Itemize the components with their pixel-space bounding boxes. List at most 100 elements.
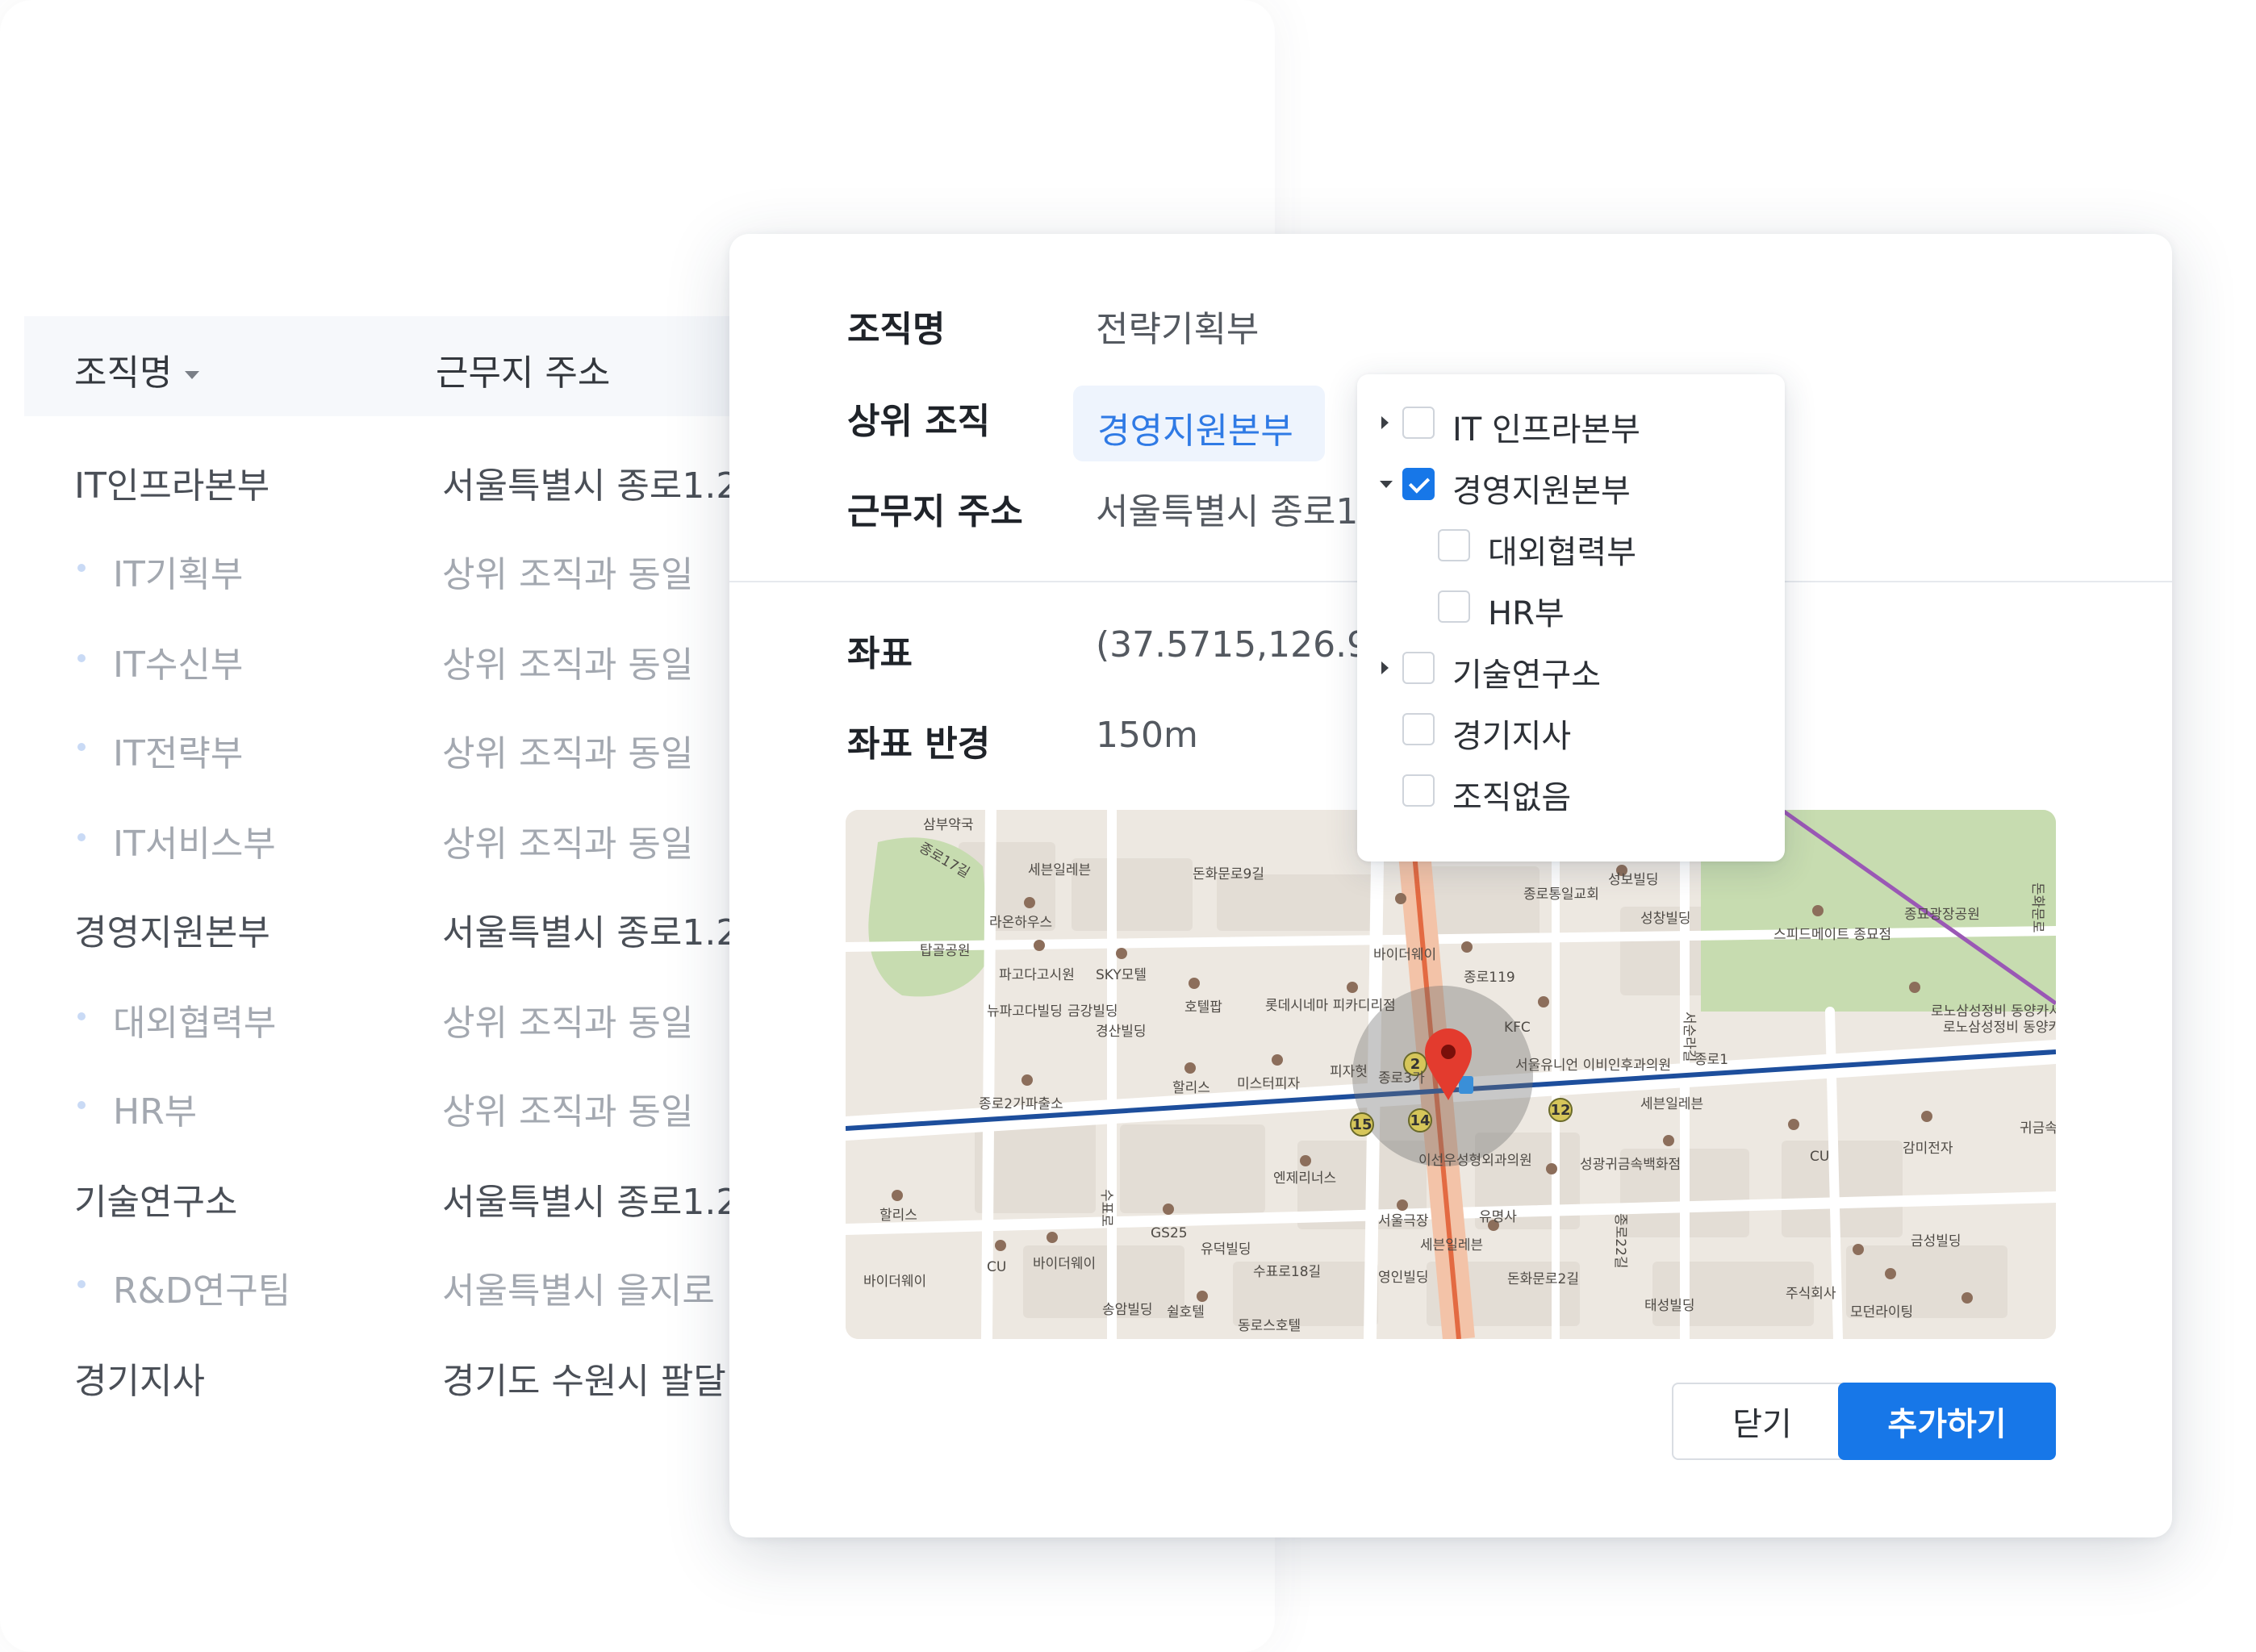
dropdown-option-it-infra[interactable]: IT 인프라본부 <box>1357 392 1785 453</box>
table-row[interactable]: R&D연구팀 서울특별시 을지로 <box>0 1244 807 1325</box>
svg-text:금강빌딩: 금강빌딩 <box>1067 1003 1118 1020</box>
svg-text:피자헛: 피자헛 <box>1330 1064 1368 1080</box>
row-address: 상위 조직과 동일 <box>442 824 694 865</box>
expand-arrow-icon[interactable] <box>1381 416 1389 429</box>
svg-text:영인빌딩: 영인빌딩 <box>1378 1270 1429 1286</box>
option-checkbox[interactable] <box>1402 713 1435 745</box>
option-label: 경영지원본부 <box>1452 473 1631 510</box>
svg-text:바이더웨이: 바이더웨이 <box>1373 947 1436 963</box>
dropdown-option-external-affairs[interactable]: 대외협력부 <box>1357 515 1785 576</box>
svg-text:서순라길: 서순라길 <box>1681 1012 1697 1062</box>
svg-text:종로22길: 종로22길 <box>1612 1213 1628 1269</box>
row-name: IT수신부 <box>113 645 244 686</box>
svg-text:서울극장: 서울극장 <box>1378 1213 1429 1229</box>
svg-text:뉴파고다빌딩: 뉴파고다빌딩 <box>987 1003 1063 1020</box>
option-label: IT 인프라본부 <box>1452 411 1640 448</box>
svg-text:할리스: 할리스 <box>1172 1080 1210 1096</box>
table-row[interactable]: IT서비스부 상위 조직과 동일 <box>0 797 807 878</box>
svg-text:12: 12 <box>1550 1102 1570 1119</box>
svg-text:종로2가파출소: 종로2가파출소 <box>979 1096 1063 1112</box>
row-address: 서울특별시 을지로 <box>442 1270 715 1312</box>
address-label: 근무지 주소 <box>847 491 1023 532</box>
table-row[interactable]: 기술연구소 서울특별시 종로1.2 <box>0 1155 807 1236</box>
org-name-label: 조직명 <box>847 309 946 350</box>
address-value[interactable]: 서울특별시 종로1 <box>1096 482 1358 534</box>
option-checkbox-checked[interactable] <box>1402 468 1435 500</box>
dropdown-option-management-support[interactable]: 경영지원본부 <box>1357 453 1785 515</box>
svg-text:동로스호텔: 동로스호텔 <box>1238 1318 1301 1334</box>
dropdown-option-gyeonggi-branch[interactable]: 경기지사 <box>1357 699 1785 760</box>
svg-text:돈화문로: 돈화문로 <box>2029 882 2045 933</box>
table-row[interactable]: IT전략부 상위 조직과 동일 <box>0 707 807 787</box>
svg-text:금성빌딩: 금성빌딩 <box>1911 1233 1961 1249</box>
row-name: 경기지사 <box>74 1361 205 1402</box>
svg-text:성창빌딩: 성창빌딩 <box>1640 911 1691 927</box>
option-label: HR부 <box>1488 595 1565 632</box>
row-address: 서울특별시 종로1.2 <box>442 465 733 507</box>
option-checkbox[interactable] <box>1402 774 1435 807</box>
child-bullet-icon <box>77 1012 86 1020</box>
child-bullet-icon <box>77 564 86 572</box>
svg-text:수표로18길: 수표로18길 <box>1253 1264 1321 1280</box>
svg-text:송암빌딩: 송암빌딩 <box>1102 1302 1153 1318</box>
svg-text:유덕빌딩: 유덕빌딩 <box>1201 1241 1251 1258</box>
svg-text:서울유니언 이비인후과의원: 서울유니언 이비인후과의원 <box>1515 1058 1671 1074</box>
svg-text:엔제리너스: 엔제리너스 <box>1273 1170 1336 1187</box>
svg-text:주식회사: 주식회사 <box>1786 1286 1836 1302</box>
option-checkbox[interactable] <box>1438 590 1470 623</box>
table-row[interactable]: 경기지사 경기도 수원시 팔달 <box>0 1334 807 1415</box>
child-bullet-icon <box>77 1280 86 1288</box>
svg-text:세븐일레븐: 세븐일레븐 <box>1028 862 1091 878</box>
row-name: 경영지원본부 <box>74 912 270 953</box>
svg-text:바이더웨이: 바이더웨이 <box>863 1274 926 1290</box>
row-address: 상위 조직과 동일 <box>442 1091 694 1133</box>
table-row[interactable]: IT기획부 상위 조직과 동일 <box>0 528 807 608</box>
svg-text:스피드메이트 종묘점: 스피드메이트 종묘점 <box>1773 927 1891 943</box>
option-label: 경기지사 <box>1452 718 1572 755</box>
column-header-name[interactable]: 조직명 <box>74 344 200 395</box>
option-label: 조직없음 <box>1452 779 1572 816</box>
svg-text:유명사: 유명사 <box>1479 1209 1517 1225</box>
row-address: 서울특별시 종로1.2 <box>442 1182 733 1223</box>
collapse-arrow-icon[interactable] <box>1380 481 1393 488</box>
table-row[interactable]: 경영지원본부 서울특별시 종로1.2 <box>0 886 807 966</box>
dropdown-option-research-lab[interactable]: 기술연구소 <box>1357 637 1785 699</box>
svg-text:할리스: 할리스 <box>879 1208 917 1224</box>
option-label: 기술연구소 <box>1452 657 1601 694</box>
sort-caret-icon <box>185 371 200 379</box>
add-button[interactable]: 추가하기 <box>1838 1383 2056 1460</box>
row-name: IT전략부 <box>113 733 244 774</box>
svg-text:종로119: 종로119 <box>1464 970 1515 986</box>
row-name: IT인프라본부 <box>74 465 270 507</box>
child-bullet-icon <box>77 743 86 751</box>
parent-org-select[interactable]: 경영지원본부 <box>1073 386 1325 461</box>
row-name: IT서비스부 <box>113 824 276 865</box>
table-row[interactable]: IT수신부 상위 조직과 동일 <box>0 618 807 699</box>
table-row[interactable]: 대외협력부 상위 조직과 동일 <box>0 976 807 1057</box>
close-button[interactable]: 닫기 <box>1672 1383 1853 1460</box>
column-header-address: 근무지 주소 <box>436 353 611 394</box>
svg-text:SKY모텔: SKY모텔 <box>1096 967 1147 983</box>
svg-text:삼부약국: 삼부약국 <box>923 817 974 833</box>
table-row[interactable]: HR부 상위 조직과 동일 <box>0 1065 807 1145</box>
svg-text:14: 14 <box>1410 1112 1430 1129</box>
dropdown-option-none[interactable]: 조직없음 <box>1357 760 1785 821</box>
location-map[interactable]: 2 14 15 12 삼부약국 종로17길 세븐일레븐 돈화문로9길 라온하우스… <box>846 810 2056 1339</box>
expand-arrow-icon[interactable] <box>1381 661 1389 674</box>
option-checkbox[interactable] <box>1438 529 1470 561</box>
svg-text:CU: CU <box>987 1259 1006 1275</box>
svg-text:종로3가: 종로3가 <box>1378 1070 1425 1087</box>
row-name: R&D연구팀 <box>113 1270 291 1312</box>
svg-text:돈화문로2길: 돈화문로2길 <box>1507 1271 1579 1287</box>
dropdown-option-hr[interactable]: HR부 <box>1357 576 1785 637</box>
svg-text:종로통일교회: 종로통일교회 <box>1523 886 1599 903</box>
option-checkbox[interactable] <box>1402 407 1435 439</box>
option-checkbox[interactable] <box>1402 652 1435 684</box>
row-name: HR부 <box>113 1091 198 1133</box>
svg-text:이선우성형외과의원: 이선우성형외과의원 <box>1418 1153 1532 1169</box>
org-name-value[interactable]: 전략기획부 <box>1096 300 1259 352</box>
radius-value[interactable]: 150m <box>1096 715 1198 756</box>
row-address: 상위 조직과 동일 <box>442 1003 694 1044</box>
svg-text:CU: CU <box>1810 1149 1829 1165</box>
table-row[interactable]: IT인프라본부 서울특별시 종로1.2 <box>0 439 807 519</box>
